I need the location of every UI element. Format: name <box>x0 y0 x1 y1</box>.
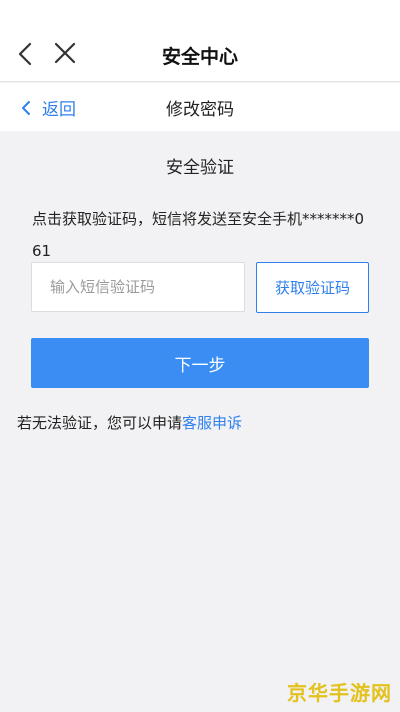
sub-page-title: 修改密码 <box>166 100 234 120</box>
get-code-button[interactable]: 获取验证码 <box>256 262 369 313</box>
next-step-button[interactable]: 下一步 <box>31 338 369 388</box>
sms-code-input[interactable] <box>31 262 245 312</box>
top-navigation-bar: 安全中心 <box>0 0 400 82</box>
appeal-text: 若无法验证，您可以申请客服申诉 <box>17 412 242 433</box>
appeal-prefix: 若无法验证，您可以申请 <box>17 414 183 432</box>
section-title: 安全验证 <box>166 158 234 178</box>
watermark-logo: 京华手游网 <box>287 681 392 705</box>
sub-navigation-bar: 返回 修改密码 <box>0 83 400 131</box>
customer-appeal-link[interactable]: 客服申诉 <box>182 414 242 432</box>
page-title: 安全中心 <box>161 46 238 68</box>
sms-info-text: 点击获取验证码，短信将发送至安全手机*******061 <box>32 210 365 260</box>
